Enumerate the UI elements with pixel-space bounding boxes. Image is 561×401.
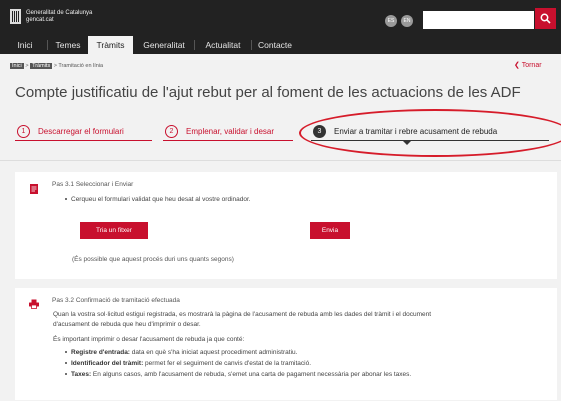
receipt-item-text: permet fer el seguiment de canvis d'esta… bbox=[143, 360, 312, 367]
step-3-1-title: Pas 3.1 Seleccionar i Enviar bbox=[52, 181, 134, 188]
logo-line2: gencat.cat bbox=[26, 16, 54, 23]
search-button[interactable] bbox=[535, 8, 556, 29]
receipt-item-text: data en què s'ha iniciat aquest procedim… bbox=[129, 349, 298, 356]
processing-note: (És possible que aquest procés duri uns … bbox=[72, 256, 234, 263]
nav-separator bbox=[194, 40, 195, 50]
confirmation-text-line1: Quan la vostra sol·licitud estigui regis… bbox=[53, 311, 432, 318]
chevron-left-icon: ❮ bbox=[514, 62, 520, 69]
step-3-1-bullet: Cerqueu el formulari validat que heu des… bbox=[65, 196, 251, 203]
nav-item-inici[interactable]: Inici bbox=[11, 36, 39, 54]
breadcrumb-separator: > bbox=[53, 63, 57, 69]
logo-mark-icon bbox=[10, 9, 21, 24]
section-divider bbox=[0, 160, 561, 161]
file-name-field[interactable] bbox=[148, 222, 261, 239]
step-2-number: 2 bbox=[165, 124, 178, 138]
breadcrumb: Inici > Tràmits > Tramitació en línia bbox=[10, 62, 103, 70]
back-link[interactable]: ❮ Tornar bbox=[514, 61, 542, 71]
page-title: Compte justificatiu de l'ajut rebut per … bbox=[15, 84, 521, 101]
receipt-item-term: Identificador del tràmit: bbox=[71, 360, 144, 367]
nav-item-temes[interactable]: Temes bbox=[52, 36, 84, 54]
step-3-1-card: Pas 3.1 Seleccionar i Enviar Cerqueu el … bbox=[15, 172, 557, 279]
receipt-item-taxes: Taxes: En alguns casos, amb l'acusament … bbox=[65, 371, 411, 378]
logo-line1: Generalitat de Catalunya bbox=[26, 9, 93, 16]
receipt-item-identificador: Identificador del tràmit: permet fer el … bbox=[65, 360, 311, 367]
bullet-dot bbox=[65, 373, 67, 376]
step-1-number: 1 bbox=[17, 124, 30, 138]
bullet-dot bbox=[65, 362, 67, 365]
bullet-dot bbox=[65, 351, 67, 354]
confirmation-text-line2: d'acusament de rebuda que heu d'imprimir… bbox=[53, 321, 201, 328]
logo-text: Generalitat de Catalunya gencat.cat bbox=[26, 10, 92, 24]
receipt-item-term: Registre d'entrada: bbox=[71, 349, 130, 356]
step-2-underline bbox=[163, 140, 293, 141]
bullet-dot bbox=[65, 198, 67, 201]
nav-separator bbox=[47, 40, 48, 50]
step-2-label: Emplenar, validar i desar bbox=[186, 126, 275, 136]
choose-file-button[interactable]: Tria un fitxer bbox=[80, 222, 148, 239]
step-1-tab[interactable]: 1 Descarregar el formulari bbox=[17, 122, 124, 140]
breadcrumb-current: Tramitació en línia bbox=[58, 63, 104, 69]
document-icon bbox=[30, 184, 38, 194]
printer-icon bbox=[29, 299, 39, 309]
nav-item-contacte[interactable]: Contacte bbox=[255, 36, 295, 54]
language-en-button[interactable]: EN bbox=[401, 15, 413, 27]
back-label: Tornar bbox=[521, 62, 542, 69]
top-header: Generalitat de Catalunya gencat.cat ES E… bbox=[0, 0, 561, 36]
step-3-1-bullet-text: Cerqueu el formulari validat que heu des… bbox=[71, 196, 251, 203]
step-3-2-card: Pas 3.2 Confirmació de tramitació efectu… bbox=[15, 288, 557, 400]
annotation-ellipse bbox=[299, 109, 561, 157]
breadcrumb-separator: > bbox=[25, 63, 29, 69]
language-es-button[interactable]: ES bbox=[385, 15, 397, 27]
step-2-tab[interactable]: 2 Emplenar, validar i desar bbox=[165, 122, 274, 140]
search-input[interactable] bbox=[423, 11, 534, 29]
nav-item-generalitat[interactable]: Generalitat bbox=[138, 36, 190, 54]
receipt-item-term: Taxes: bbox=[71, 371, 92, 378]
breadcrumb-inici[interactable]: Inici bbox=[10, 63, 24, 69]
step-3-2-title: Pas 3.2 Confirmació de tramitació efectu… bbox=[52, 297, 180, 304]
gencat-logo[interactable]: Generalitat de Catalunya gencat.cat bbox=[10, 9, 92, 24]
nav-separator bbox=[251, 40, 252, 50]
receipt-importance-text: És important imprimir o desar l'acusamen… bbox=[53, 336, 245, 343]
receipt-item-registre: Registre d'entrada: data en què s'ha ini… bbox=[65, 349, 297, 356]
nav-item-actualitat[interactable]: Actualitat bbox=[198, 36, 248, 54]
step-1-label: Descarregar el formulari bbox=[38, 126, 124, 136]
step-1-underline bbox=[15, 140, 152, 141]
nav-item-tramits[interactable]: Tràmits bbox=[88, 36, 133, 54]
breadcrumb-tramits[interactable]: Tràmits bbox=[30, 63, 53, 69]
main-nav: Inici Temes Tràmits Generalitat Actualit… bbox=[0, 36, 561, 54]
send-button[interactable]: Envia bbox=[310, 222, 350, 239]
search-icon bbox=[540, 13, 551, 24]
receipt-item-text: En alguns casos, amb l'acusament de rebu… bbox=[91, 371, 412, 378]
